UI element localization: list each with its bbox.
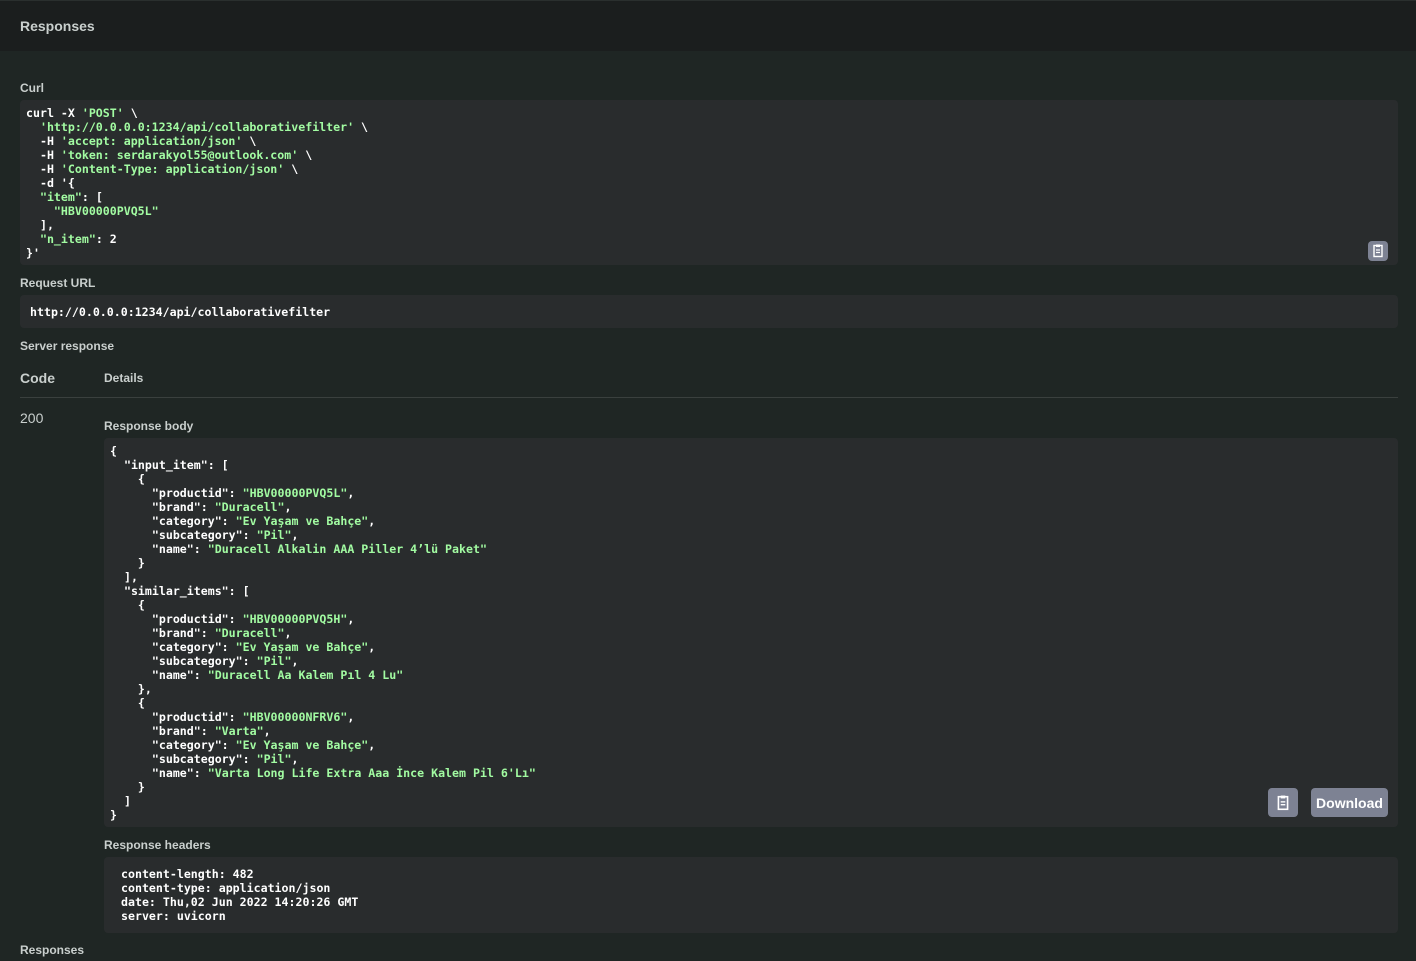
response-body-text: { "input_item": [ { "productid": "HBV000… [110, 444, 536, 822]
curl-command-text: curl -X 'POST' \ 'http://0.0.0.0:1234/ap… [26, 106, 369, 260]
response-headers-text: content-length: 482 content-type: applic… [121, 867, 359, 923]
response-body-label: Response body [104, 419, 194, 433]
curl-label: Curl [20, 81, 44, 95]
curl-code-block: curl -X 'POST' \ 'http://0.0.0.0:1234/ap… [20, 100, 1398, 265]
copy-curl-button[interactable] [1368, 241, 1388, 261]
request-url-label: Request URL [20, 276, 96, 290]
response-headers-label: Response headers [104, 838, 211, 852]
table-divider [20, 397, 1398, 398]
details-column-header: Details [104, 371, 144, 385]
server-response-label: Server response [20, 339, 115, 353]
request-url-box: http://0.0.0.0:1234/api/collaborativefil… [20, 295, 1398, 328]
responses-footer-label: Responses [20, 943, 85, 957]
copy-response-button[interactable] [1268, 788, 1298, 817]
responses-header-bar: Responses [0, 0, 1416, 51]
clipboard-copy-icon [1277, 795, 1289, 810]
request-url-value: http://0.0.0.0:1234/api/collaborativefil… [30, 305, 331, 319]
response-headers-block: content-length: 482 content-type: applic… [104, 857, 1398, 933]
response-body-block: { "input_item": [ { "productid": "HBV000… [104, 438, 1398, 827]
clipboard-copy-icon [1373, 244, 1383, 258]
responses-title: Responses [20, 18, 95, 34]
status-code: 200 [20, 410, 44, 426]
download-button[interactable]: Download [1311, 788, 1388, 817]
code-column-header: Code [20, 370, 55, 386]
